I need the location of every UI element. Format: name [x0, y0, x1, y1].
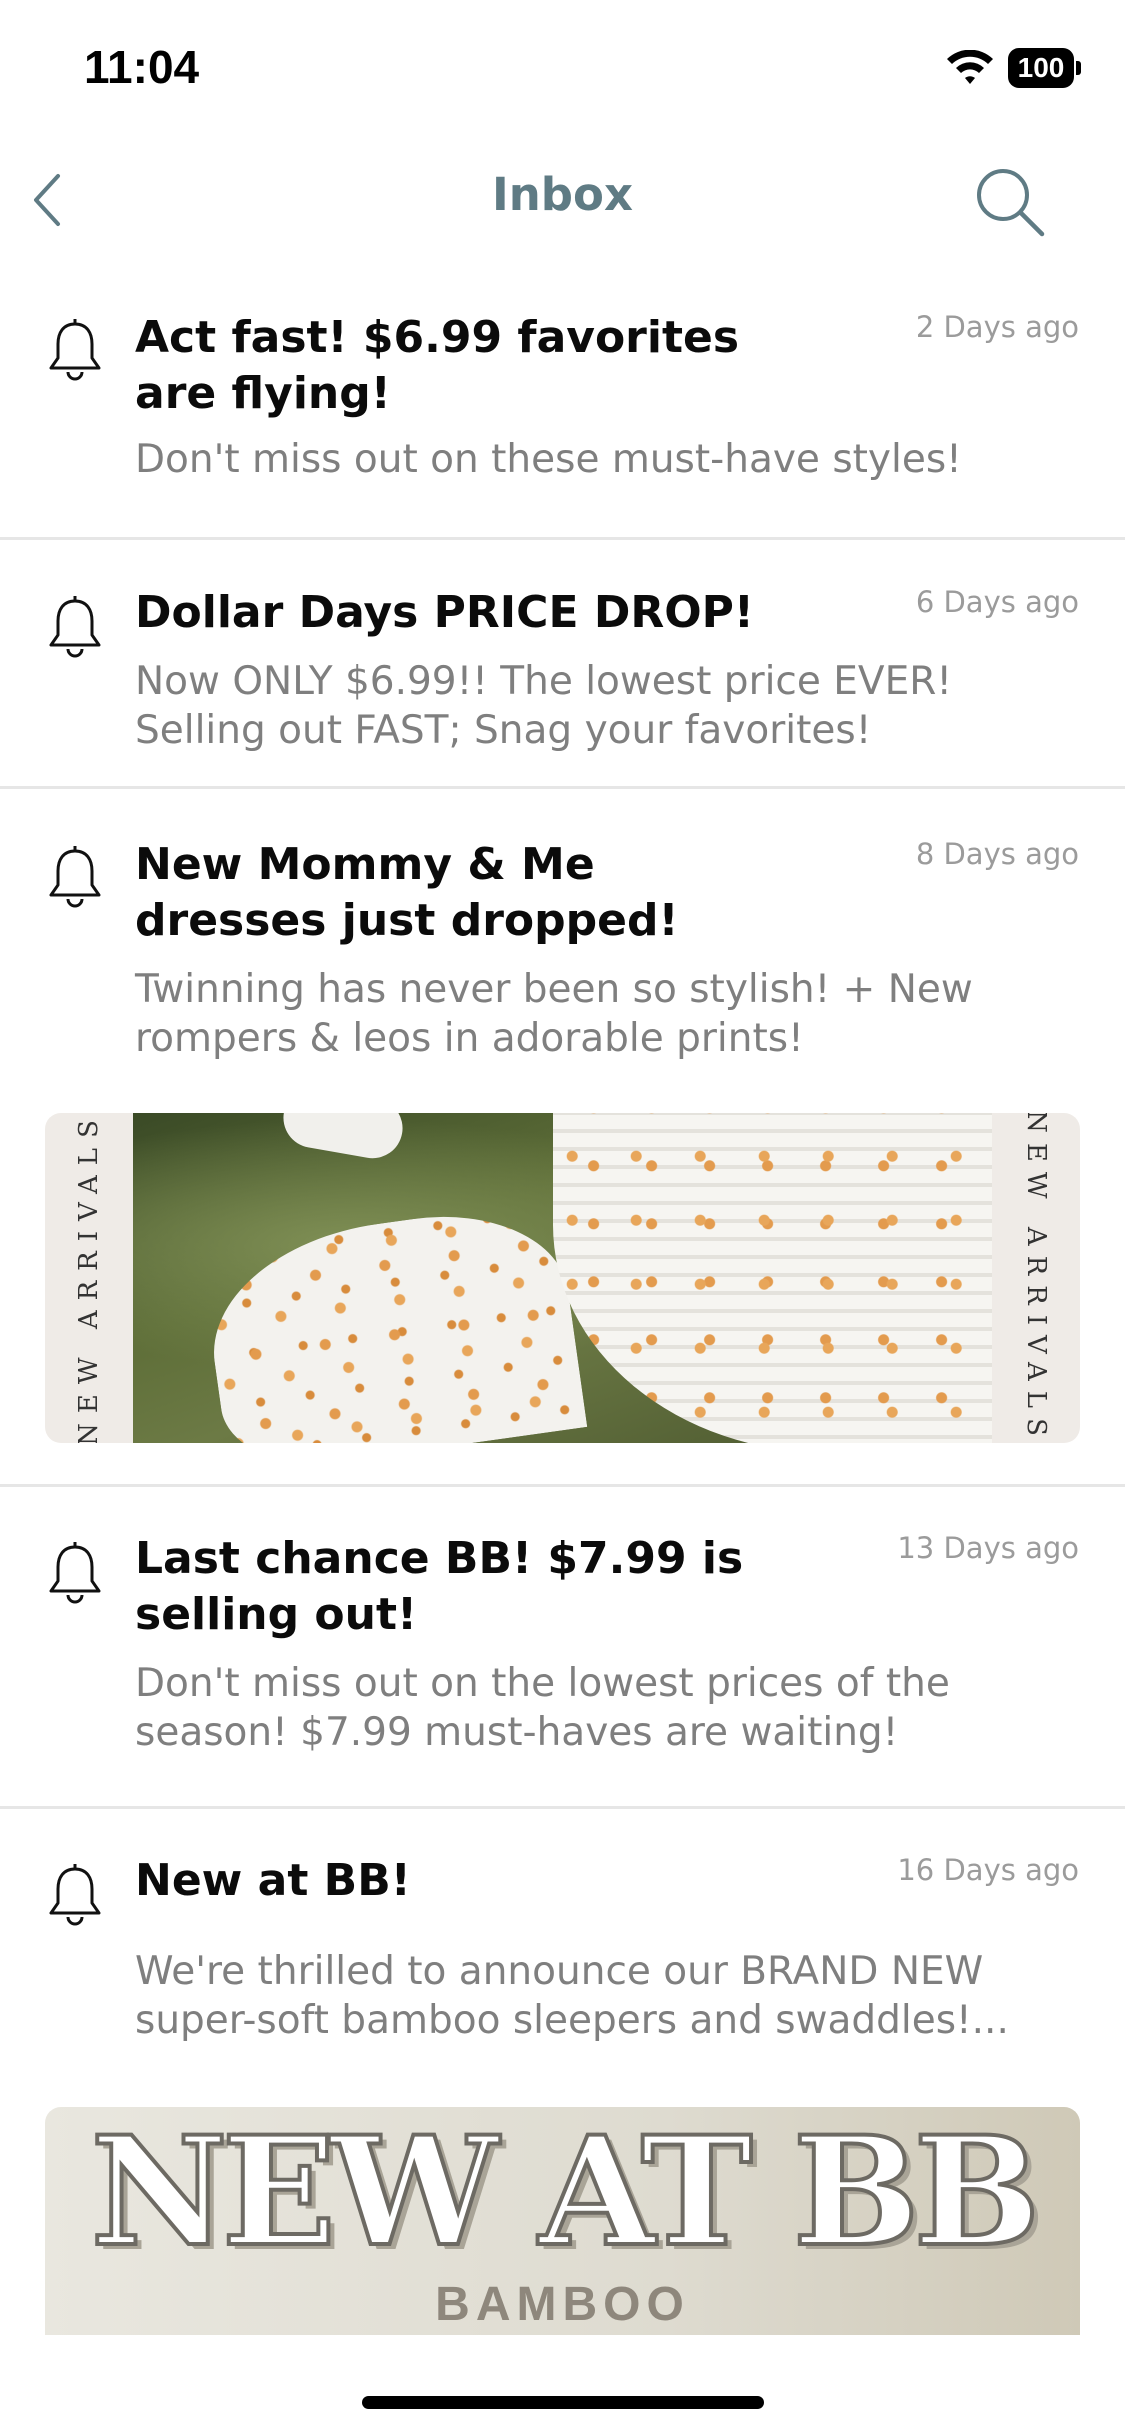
home-indicator[interactable]: [362, 2396, 764, 2409]
inbox-message[interactable]: New Mommy & Me dresses just dropped! 8 D…: [0, 827, 1125, 1447]
message-body: We're thrilled to announce our BRAND NEW…: [135, 1949, 1009, 2043]
battery-level: 100: [1008, 48, 1074, 88]
message-body: Don't miss out on the lowest prices of t…: [135, 1661, 950, 1755]
message-body: Don't miss out on these must-have styles…: [135, 437, 962, 482]
bell-icon: [49, 596, 101, 658]
message-date: 13 Days ago: [897, 1531, 1079, 1565]
message-title: Dollar Days PRICE DROP!: [135, 587, 754, 638]
divider: [0, 537, 1125, 540]
battery-tip: [1076, 61, 1081, 75]
new-arrivals-banner[interactable]: NEW ARRIVALS NEW ARRIVALS: [45, 1113, 1080, 1443]
battery-indicator: 100: [1008, 48, 1081, 88]
inbox-message[interactable]: Last chance BB! $7.99 is selling out! 13…: [0, 1523, 1125, 1803]
divider: [0, 1484, 1125, 1487]
search-icon[interactable]: [972, 164, 1048, 240]
wifi-icon: [947, 50, 993, 84]
message-title: Last chance BB! $7.99 is selling out!: [135, 1533, 744, 1640]
dress-fabric: [198, 1199, 588, 1443]
bell-icon: [49, 319, 101, 381]
message-date: 16 Days ago: [897, 1853, 1079, 1887]
message-title: Act fast! $6.99 favorites are flying!: [135, 312, 740, 419]
message-title: New Mommy & Me dresses just dropped!: [135, 839, 679, 946]
inbox-message[interactable]: New at BB! 16 Days ago We're thrilled to…: [0, 1845, 1125, 2335]
message-date: 6 Days ago: [915, 585, 1079, 619]
message-body: Now ONLY $6.99!! The lowest price EVER! …: [135, 659, 952, 753]
dress-fabric: [553, 1113, 1013, 1443]
divider: [0, 1806, 1125, 1809]
bell-icon: [49, 1864, 101, 1926]
inbox-message[interactable]: Act fast! $6.99 favorites are flying! 2 …: [0, 300, 1125, 540]
banner-subtitle: BAMBOO: [435, 2278, 690, 2331]
status-bar: 11:04 100: [0, 0, 1125, 130]
status-time: 11:04: [84, 41, 200, 93]
bell-icon: [49, 846, 101, 908]
banner-title: NEW AT BB: [89, 2107, 1043, 2280]
new-at-bb-banner[interactable]: NEW AT BB BAMBOO: [45, 2107, 1080, 2335]
banner-side-text: NEW ARRIVALS: [74, 1113, 104, 1443]
dress-ruffle: [278, 1113, 408, 1163]
divider: [0, 786, 1125, 789]
message-title: New at BB!: [135, 1855, 411, 1906]
page-title: Inbox: [492, 168, 633, 221]
banner-side-right: NEW ARRIVALS: [992, 1113, 1080, 1443]
nav-bar: Inbox: [0, 150, 1125, 250]
message-date: 2 Days ago: [915, 310, 1079, 344]
banner-photo: [133, 1113, 1013, 1443]
inbox-message[interactable]: Dollar Days PRICE DROP! 6 Days ago Now O…: [0, 577, 1125, 787]
message-body: Twinning has never been so stylish! + Ne…: [135, 967, 973, 1061]
message-date: 8 Days ago: [915, 837, 1079, 871]
banner-side-left: NEW ARRIVALS: [45, 1113, 133, 1443]
banner-side-text: NEW ARRIVALS: [1021, 1113, 1051, 1443]
bell-icon: [49, 1542, 101, 1604]
